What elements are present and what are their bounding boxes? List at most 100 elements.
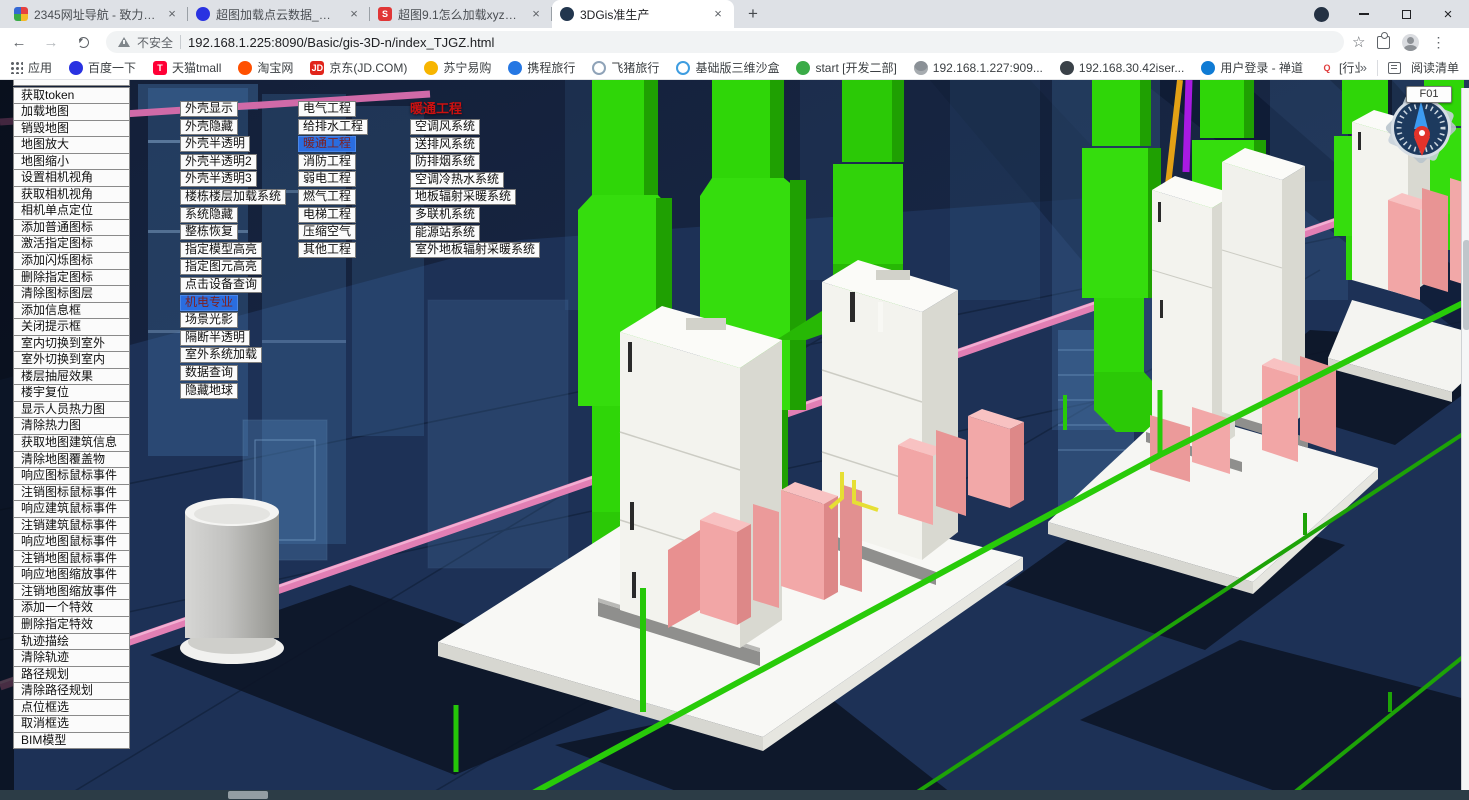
sidebar-item[interactable]: 室外切换到室内 [13, 351, 130, 369]
sidebar-item[interactable]: 室内切换到室外 [13, 335, 130, 353]
menu-item[interactable]: 数据查询 [180, 365, 238, 381]
sidebar-item[interactable]: BIM模型 [13, 732, 130, 750]
sidebar-item[interactable]: 清除路径规划 [13, 682, 130, 700]
menu-item[interactable]: 场景光影 [180, 312, 238, 328]
bookmark-item[interactable]: T天猫tmall [153, 59, 221, 76]
sidebar-item[interactable]: 响应建筑鼠标事件 [13, 500, 130, 518]
tab-close-icon[interactable]: × [346, 6, 362, 22]
sidebar-item[interactable]: 设置相机视角 [13, 169, 130, 187]
sidebar-item[interactable]: 地图放大 [13, 136, 130, 154]
bookmark-item[interactable]: 应用 [10, 59, 52, 76]
tab[interactable]: 超图加载点云数据_百度搜索× [188, 0, 370, 28]
bookmark-item[interactable]: start [开发二部] [796, 59, 896, 76]
floor-label-badge[interactable]: F01 [1406, 86, 1452, 103]
address-bar[interactable]: 不安全 192.168.1.225:8090/Basic/gis-3D-n/in… [106, 31, 1344, 53]
tab[interactable]: S超图9.1怎么加载xyz的点云数据× [370, 0, 552, 28]
sidebar-item[interactable]: 注销建筑鼠标事件 [13, 517, 130, 535]
sidebar-item[interactable]: 楼宇复位 [13, 384, 130, 402]
menu-item[interactable]: 能源站系统 [410, 225, 480, 241]
menu-item[interactable]: 暖通工程 [298, 136, 356, 152]
bookmark-item[interactable]: JD京东(JD.COM) [310, 59, 407, 76]
tab-close-icon[interactable]: × [710, 6, 726, 22]
sidebar-item[interactable]: 清除图标图层 [13, 285, 130, 303]
menu-item[interactable]: 系统隐藏 [180, 207, 238, 223]
bookmarks-overflow-icon[interactable]: » [1360, 60, 1367, 75]
bookmark-item[interactable]: 飞猪旅行 [592, 59, 659, 76]
menu-item[interactable]: 多联机系统 [410, 207, 480, 223]
menu-item[interactable]: 压缩空气 [298, 224, 356, 240]
sidebar-item[interactable]: 删除指定特效 [13, 616, 130, 634]
close-button[interactable]: × [1427, 0, 1469, 28]
bookmark-item[interactable]: 携程旅行 [508, 59, 575, 76]
sidebar-item[interactable]: 显示人员热力图 [13, 401, 130, 419]
menu-item[interactable]: 整栋恢复 [180, 224, 238, 240]
sidebar-item[interactable]: 清除地图覆盖物 [13, 451, 130, 469]
bookmark-item[interactable]: 淘宝网 [238, 59, 293, 76]
sidebar-item[interactable]: 加载地图 [13, 103, 130, 121]
profile-badge-icon[interactable] [1314, 7, 1329, 22]
bookmark-item[interactable]: Q[行业]中国省、市矢... [1320, 59, 1360, 76]
sidebar-item[interactable]: 删除指定图标 [13, 269, 130, 287]
sidebar-item[interactable]: 响应地图缩放事件 [13, 566, 130, 584]
security-label[interactable]: 不安全 [137, 34, 173, 51]
menu-item[interactable]: 弱电工程 [298, 171, 356, 187]
menu-item[interactable]: 外壳显示 [180, 101, 238, 117]
tab[interactable]: 3DGis准生产× [552, 0, 734, 28]
sidebar-item[interactable]: 点位框选 [13, 699, 130, 717]
back-button[interactable]: ← [6, 29, 32, 55]
tab-close-icon[interactable]: × [164, 6, 180, 22]
sidebar-item[interactable]: 地图缩小 [13, 153, 130, 171]
menu-item[interactable]: 消防工程 [298, 154, 356, 170]
sidebar-item[interactable]: 获取token [13, 87, 130, 105]
menu-item[interactable]: 指定模型高亮 [180, 242, 262, 258]
refresh-button[interactable] [70, 29, 96, 55]
sidebar-item[interactable]: 添加信息框 [13, 302, 130, 320]
menu-item[interactable]: 空调冷热水系统 [410, 172, 504, 188]
sidebar-item[interactable]: 获取地图建筑信息 [13, 434, 130, 452]
sidebar-item[interactable]: 注销地图缩放事件 [13, 583, 130, 601]
menu-item[interactable]: 室外地板辐射采暖系统 [410, 242, 540, 258]
menu-item[interactable]: 隐藏地球 [180, 383, 238, 399]
menu-item[interactable]: 室外系统加载 [180, 347, 262, 363]
new-tab-button[interactable]: + [740, 2, 766, 28]
sidebar-item[interactable]: 销毁地图 [13, 120, 130, 138]
sidebar-item[interactable]: 添加闪烁图标 [13, 252, 130, 270]
sidebar-item[interactable]: 获取相机视角 [13, 186, 130, 204]
sidebar-item[interactable]: 响应图标鼠标事件 [13, 467, 130, 485]
sidebar-item[interactable]: 清除热力图 [13, 417, 130, 435]
sidebar-item[interactable]: 相机单点定位 [13, 202, 130, 220]
tab-close-icon[interactable]: × [528, 6, 544, 22]
sidebar-item-partial[interactable] [13, 80, 130, 86]
forward-button[interactable]: → [38, 29, 64, 55]
menu-kebab-icon[interactable]: ⋮ [1431, 34, 1445, 51]
menu-item[interactable]: 外壳隐藏 [180, 119, 238, 135]
sidebar-item[interactable]: 响应地图鼠标事件 [13, 533, 130, 551]
menu-item[interactable]: 外壳半透明 [180, 136, 250, 152]
sidebar-item[interactable]: 注销地图鼠标事件 [13, 550, 130, 568]
sidebar-item[interactable]: 轨迹描绘 [13, 633, 130, 651]
extensions-icon[interactable] [1377, 36, 1390, 49]
bookmark-item[interactable]: 基础版三维沙盒 [676, 59, 779, 76]
menu-item[interactable]: 给排水工程 [298, 119, 368, 135]
vertical-scrollbar[interactable] [1461, 88, 1469, 800]
menu-item[interactable]: 外壳半透明2 [180, 154, 257, 170]
menu-item[interactable]: 外壳半透明3 [180, 171, 257, 187]
menu-item[interactable]: 防排烟系统 [410, 154, 480, 170]
menu-item[interactable]: 点击设备查询 [180, 277, 262, 293]
sidebar-item[interactable]: 楼层抽屉效果 [13, 368, 130, 386]
sidebar-item[interactable]: 注销图标鼠标事件 [13, 484, 130, 502]
reading-list-label[interactable]: 阅读清单 [1411, 59, 1459, 76]
profile-avatar[interactable] [1402, 34, 1419, 51]
vertical-scrollbar-thumb[interactable] [1463, 240, 1469, 330]
menu-item[interactable]: 隔断半透明 [180, 330, 250, 346]
sidebar-item[interactable]: 关闭提示框 [13, 318, 130, 336]
maximize-button[interactable] [1385, 0, 1427, 28]
horizontal-scrollbar-thumb[interactable] [228, 791, 268, 799]
sidebar-item[interactable]: 添加普通图标 [13, 219, 130, 237]
url-text[interactable]: 192.168.1.225:8090/Basic/gis-3D-n/index_… [188, 35, 494, 50]
bookmark-item[interactable]: 192.168.1.227:909... [914, 61, 1043, 75]
bookmark-item[interactable]: 用户登录 - 禅道 [1201, 59, 1303, 76]
menu-item[interactable]: 空调风系统 [410, 119, 480, 135]
menu-item[interactable]: 电梯工程 [298, 207, 356, 223]
sidebar-item[interactable]: 清除轨迹 [13, 649, 130, 667]
